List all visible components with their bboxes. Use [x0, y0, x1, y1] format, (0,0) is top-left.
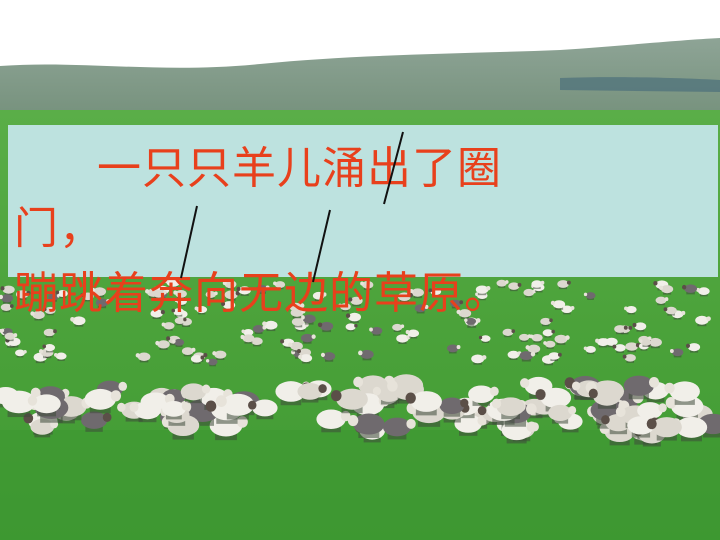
pause-mark-1 [180, 205, 198, 279]
pause-mark-3 [383, 131, 404, 205]
pause-mark-2 [312, 209, 331, 283]
pause-marks [180, 131, 404, 283]
slide: 一只只羊儿涌出了圈 门， 蹦跳着奔向无边的草原。 [0, 0, 720, 540]
